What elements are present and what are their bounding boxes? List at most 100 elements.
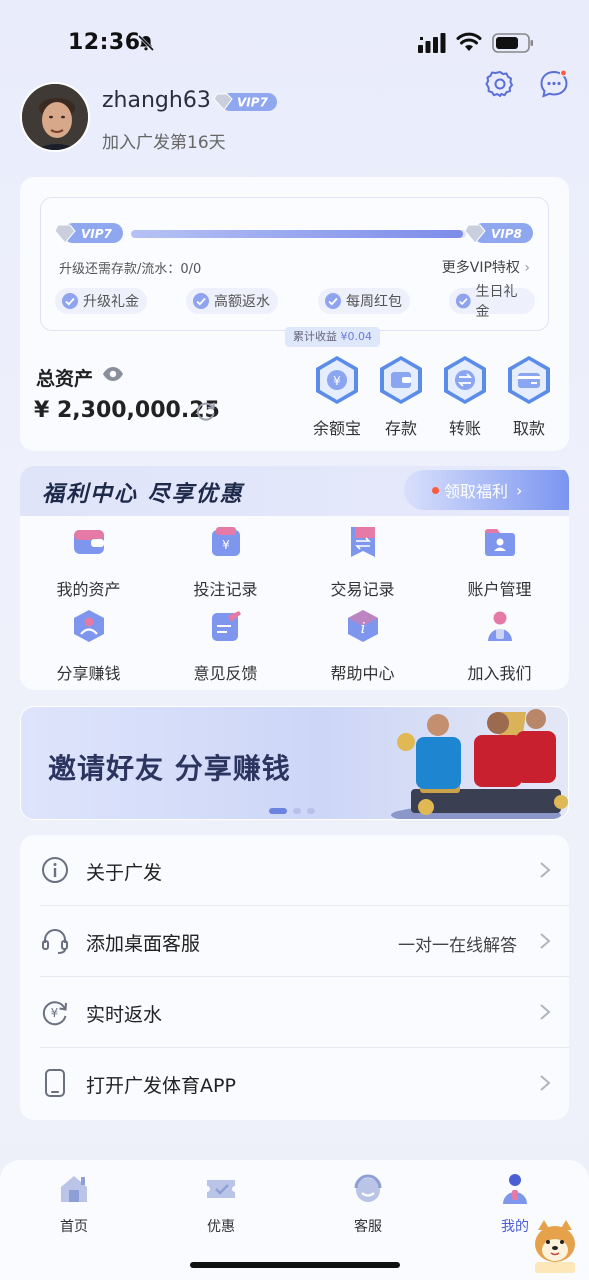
menu-item-rebate[interactable]: ¥ 实时返水 [20, 977, 569, 1048]
grid-item-feedback[interactable]: 意见反馈 [157, 602, 294, 684]
chevron-right-icon: › [524, 260, 530, 276]
card-icon [508, 356, 550, 404]
perk-label: 生日礼金 [475, 284, 518, 320]
ticket-icon [207, 1180, 235, 1198]
earnings-value: ¥0.04 [340, 330, 373, 343]
perk-label: 高额返水 [214, 294, 270, 310]
quick-action-label: 转账 [448, 419, 481, 438]
menu-item-label: 添加桌面客服 [86, 933, 201, 955]
support-icon [354, 1174, 382, 1202]
vip-current-badge: VIP7 [55, 223, 123, 244]
vip-perks: 升级礼金 高额返水 每周红包 生日礼金 [55, 284, 535, 320]
carousel-dot[interactable] [293, 808, 301, 814]
banner-illustration [391, 709, 568, 819]
grid-item-account[interactable]: 账户管理 [431, 518, 568, 600]
check-circle-icon [193, 293, 209, 309]
menu-item-label: 实时返水 [86, 1004, 163, 1026]
welfare-title: 福利中心 尽享优惠 [42, 482, 244, 507]
home-indicator [190, 1262, 400, 1268]
tab-label: 首页 [60, 1219, 88, 1235]
settings-gear-icon[interactable] [484, 68, 516, 100]
grid-item-bet-records[interactable]: ¥ 投注记录 [157, 518, 294, 600]
perk-label: 每周红包 [346, 294, 402, 310]
quick-action-label: 余额宝 [312, 419, 361, 438]
vip-progress-bar [131, 230, 466, 238]
battery-icon [492, 33, 533, 53]
grid-item-join-us[interactable]: 加入我们 [431, 602, 568, 684]
more-vip-link[interactable]: 更多VIP特权 › [442, 257, 530, 277]
profile-icon [503, 1174, 527, 1204]
chevron-right-icon: › [516, 480, 523, 500]
menu-item-open-app[interactable]: 打开广发体育APP [20, 1048, 569, 1119]
grid-item-share-earn[interactable]: 分享赚钱 [20, 602, 157, 684]
svg-text:VIP7: VIP7 [81, 227, 113, 241]
cellular-signal-icon [418, 33, 446, 53]
claim-welfare-button[interactable]: 领取福利 › [404, 470, 569, 510]
perk-item: 生日礼金 [449, 284, 535, 320]
headset-icon [42, 929, 68, 954]
carousel-dot-active[interactable] [269, 808, 287, 814]
quick-action-withdraw[interactable]: 取款 [497, 355, 561, 438]
perk-item: 升级礼金 [55, 288, 147, 314]
info-icon: i [347, 610, 378, 642]
grid-item-label: 帮助中心 [330, 664, 395, 683]
status-time: 12:36 [68, 30, 141, 55]
username: zhangh63 [102, 88, 211, 113]
grid-item-help[interactable]: i 帮助中心 [294, 602, 431, 684]
grid-item-label: 投注记录 [193, 580, 258, 599]
welfare-header: 福利中心 尽享优惠 领取福利 › [20, 466, 569, 516]
claim-welfare-label: 领取福利 [444, 482, 509, 501]
check-circle-icon [325, 293, 341, 309]
welfare-grid: 我的资产 ¥ 投注记录 交易记录 账户管理 分享赚钱 意见反馈 i 帮助中心 加… [20, 518, 569, 688]
profile-header[interactable]: zhangh63 VIP7 加入广发第16天 [20, 82, 440, 156]
refresh-icon[interactable] [195, 400, 217, 422]
quick-action-label: 取款 [512, 419, 545, 438]
banner-headline: 邀请好友 分享赚钱 [48, 752, 291, 785]
upgrade-requirement: 升级还需存款/流水：0/0 [59, 262, 202, 277]
grid-item-label: 交易记录 [330, 580, 395, 599]
menu-item-about[interactable]: 关于广发 [20, 835, 569, 906]
info-circle-icon [42, 857, 68, 883]
wifi-icon [456, 32, 482, 51]
quick-action-transfer[interactable]: 转账 [433, 355, 497, 438]
share-icon [73, 610, 104, 642]
avatar[interactable] [20, 82, 90, 152]
total-assets-value: ¥ 2,300,000.25 [34, 398, 220, 423]
eye-icon[interactable] [102, 365, 124, 383]
yen-coin-icon: ¥ [316, 356, 358, 404]
asset-card: VIP7 VIP8 升级还需存款/流水：0/0 更多VIP特权 › 升级礼金 高… [20, 177, 569, 451]
svg-text:¥: ¥ [333, 374, 341, 388]
notification-dot [432, 487, 439, 494]
grid-item-transactions[interactable]: 交易记录 [294, 518, 431, 600]
chevron-right-icon [540, 862, 551, 878]
invite-banner[interactable]: 邀请好友 分享赚钱 [20, 706, 569, 820]
chevron-right-icon [540, 1004, 551, 1020]
carousel-dot[interactable] [307, 808, 315, 814]
earnings-label: 累计收益 [293, 330, 337, 343]
earnings-tag: 累计收益 ¥0.04 [285, 327, 380, 347]
grid-item-my-assets[interactable]: 我的资产 [20, 518, 157, 600]
grid-item-label: 意见反馈 [193, 664, 258, 683]
tab-promotions[interactable]: 优惠 [181, 1172, 261, 1235]
grid-item-label: 账户管理 [467, 580, 532, 599]
tab-support[interactable]: 客服 [328, 1172, 408, 1235]
carousel-indicator [269, 808, 329, 814]
menu-item-hint: 一对一在线解答 [398, 936, 517, 956]
home-icon [61, 1176, 87, 1202]
vip-progress-fill [131, 230, 463, 238]
tab-home[interactable]: 首页 [34, 1172, 114, 1235]
svg-text:¥: ¥ [222, 538, 230, 552]
vip-badge-label: VIP7 [237, 96, 269, 110]
menu-item-add-service[interactable]: 添加桌面客服 一对一在线解答 [20, 906, 569, 977]
perk-label: 升级礼金 [83, 294, 139, 310]
chevron-right-icon [540, 1075, 551, 1091]
join-days: 加入广发第16天 [102, 133, 226, 153]
message-chat-icon[interactable] [538, 68, 570, 100]
check-circle-icon [455, 293, 471, 309]
person-icon [487, 611, 512, 641]
vip-progress-panel[interactable]: VIP7 VIP8 升级还需存款/流水：0/0 更多VIP特权 › 升级礼金 高… [40, 197, 549, 331]
quick-action-yuebao[interactable]: ¥ 余额宝 [305, 355, 369, 438]
quick-action-deposit[interactable]: 存款 [369, 355, 433, 438]
chevron-right-icon [540, 933, 551, 949]
wallet-icon [73, 530, 104, 554]
